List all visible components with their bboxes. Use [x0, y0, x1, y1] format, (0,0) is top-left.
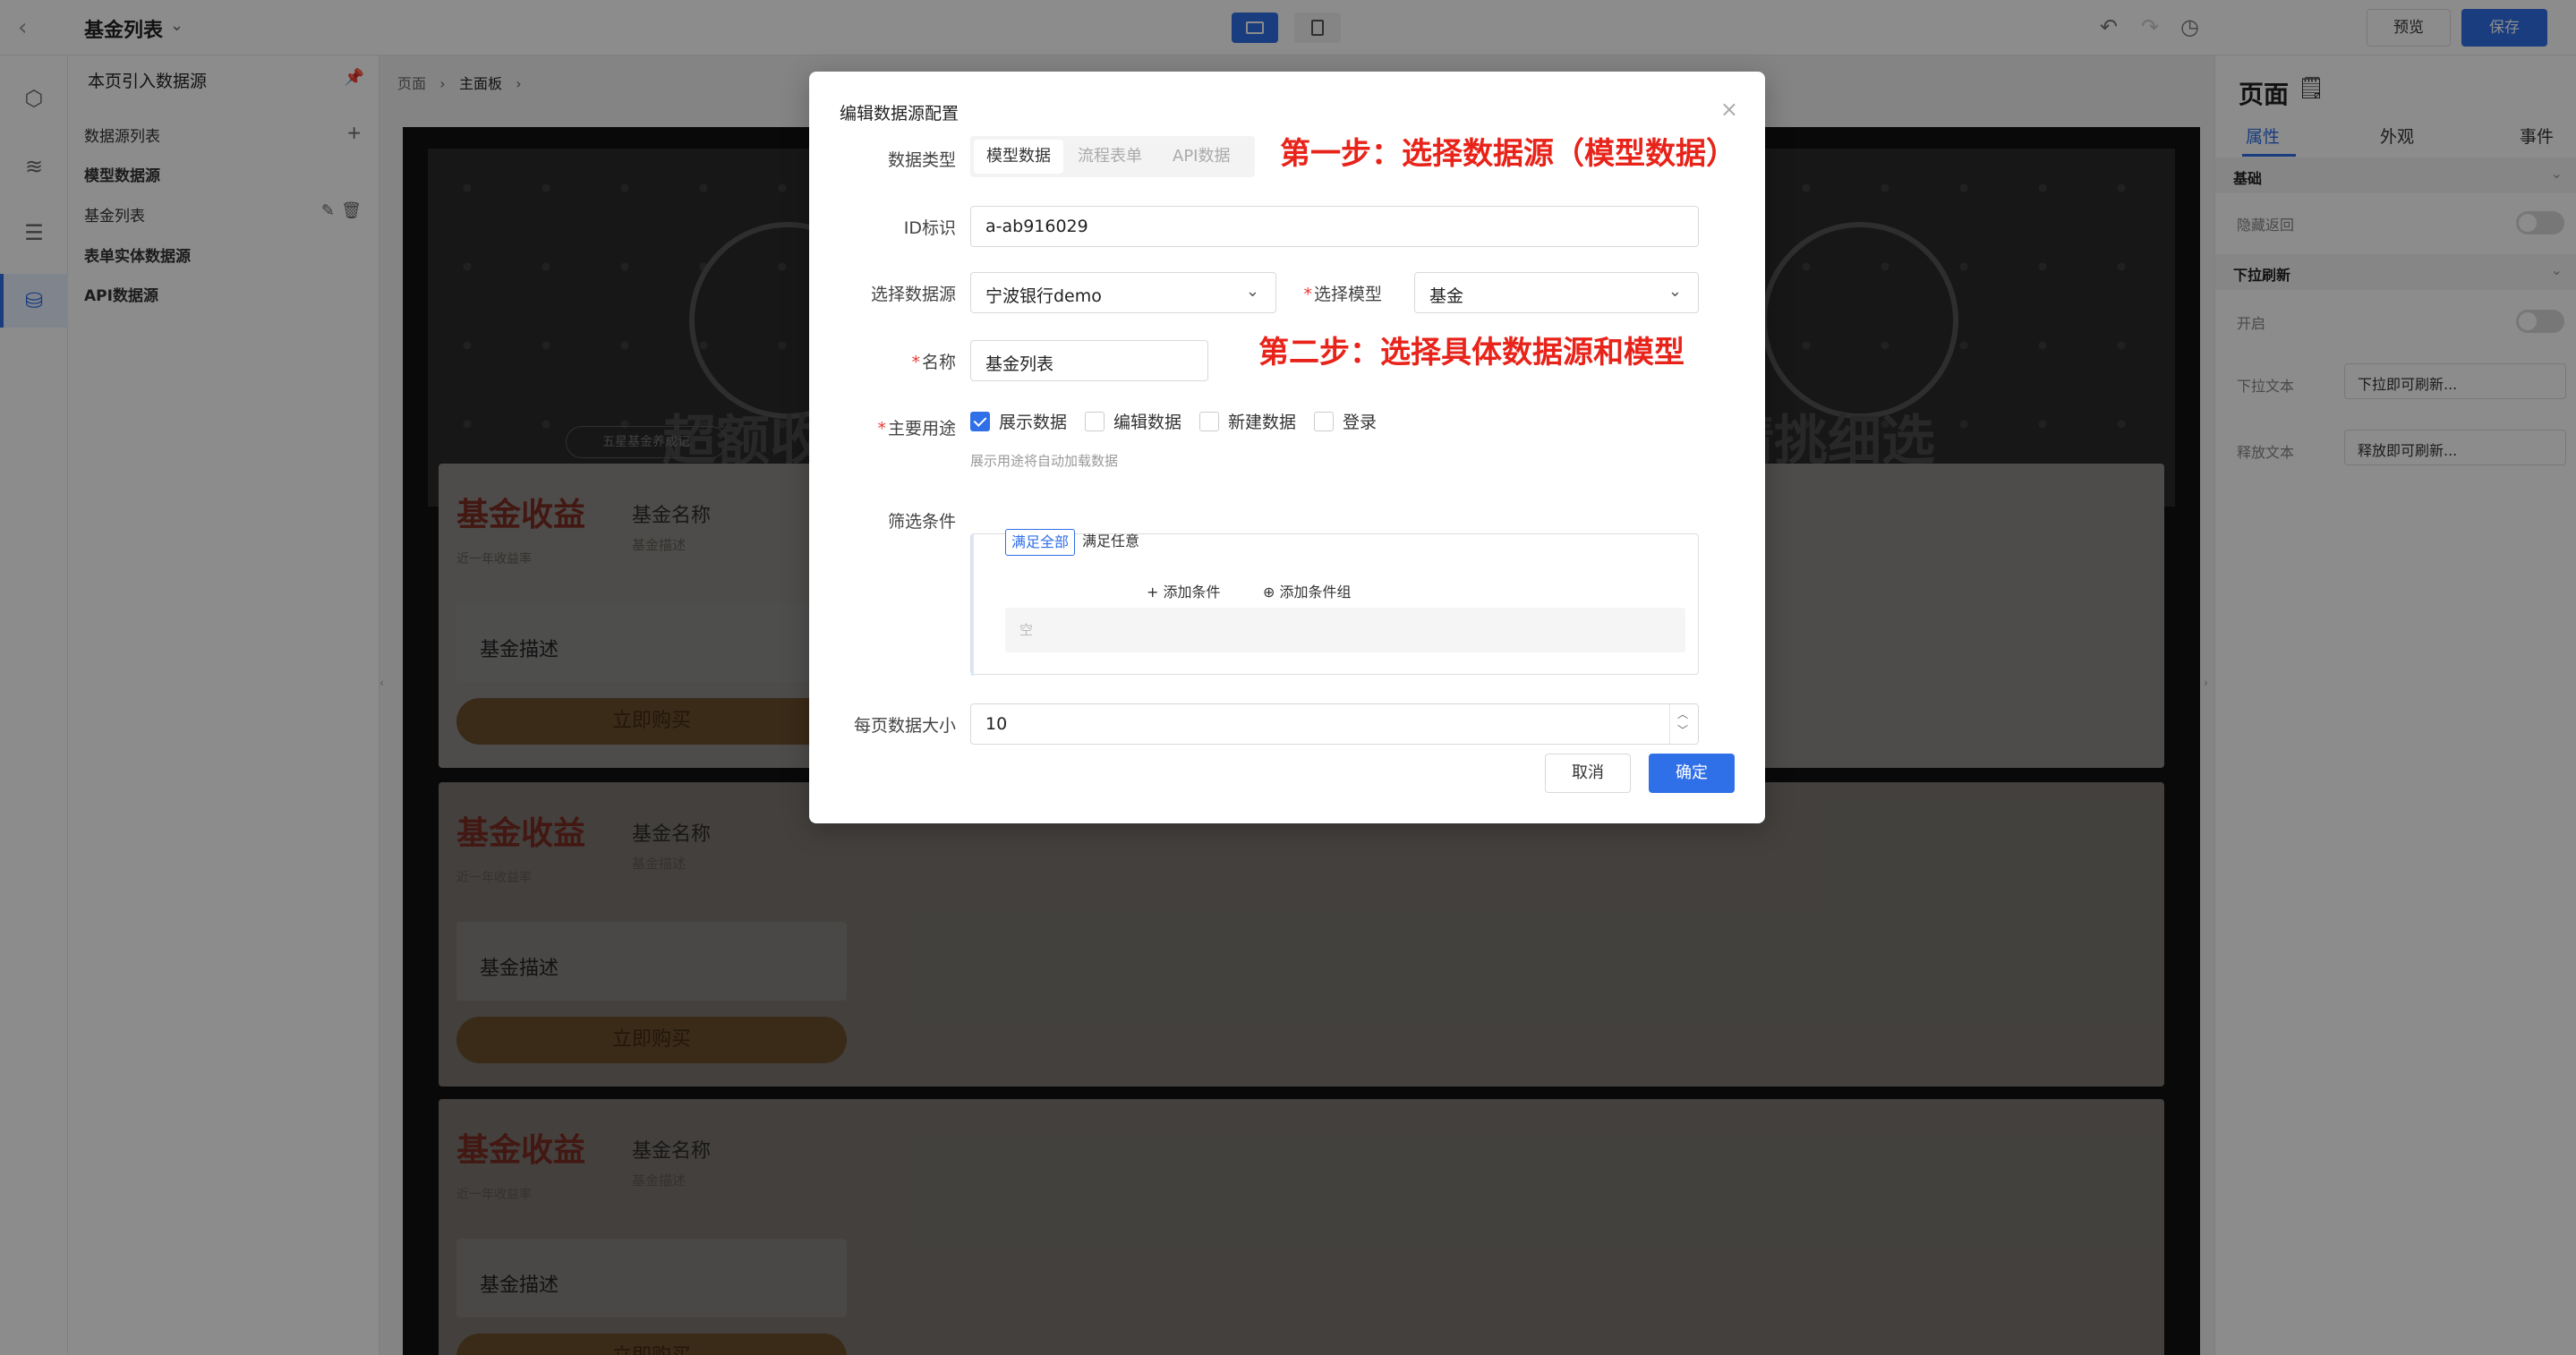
required-mark: * — [877, 419, 886, 439]
model-label-text: 选择模型 — [1313, 285, 1382, 304]
usage-edit-label[interactable]: 编辑数据 — [1113, 409, 1181, 433]
confirm-button[interactable]: 确定 — [1649, 754, 1735, 793]
add-condition-button[interactable]: + 添加条件 — [1141, 579, 1226, 606]
cancel-button[interactable]: 取消 — [1545, 754, 1631, 793]
pagesize-label: 每页数据大小 — [853, 716, 956, 736]
model-label: * 选择模型 — [1235, 281, 1382, 305]
type-option-api[interactable]: API数据 — [1160, 140, 1242, 174]
step2-annotation: 第二步：选择具体数据源和模型 — [1258, 335, 1685, 371]
dialog-title: 编辑数据源配置 — [840, 104, 960, 124]
type-option-flow[interactable]: 流程表单 — [1065, 140, 1155, 174]
model-select[interactable]: 基金 ⌄ — [1414, 272, 1699, 313]
required-mark: * — [1303, 285, 1312, 304]
filter-group-bar — [971, 534, 974, 676]
datasource-select-value: 宁波银行demo — [985, 286, 1102, 306]
usage-label-text: 主要用途 — [887, 419, 956, 439]
pagesize-input[interactable]: 10 ︿ ﹀ — [970, 703, 1699, 745]
id-field[interactable]: a-ab916029 — [970, 206, 1699, 247]
usage-hint: 展示用途将自动加载数据 — [970, 453, 1119, 469]
decrement-icon[interactable]: ﹀ — [1677, 722, 1688, 737]
type-label: 数据类型 — [887, 150, 956, 170]
id-label: ID标识 — [903, 218, 956, 238]
datasource-select[interactable]: 宁波银行demo ⌄ — [970, 272, 1276, 313]
usage-edit-checkbox[interactable] — [1085, 412, 1105, 431]
name-label: * 名称 — [809, 349, 956, 373]
add-condition-group-button[interactable]: ⊕ 添加条件组 — [1258, 579, 1357, 606]
empty-conditions: 空 — [1005, 608, 1685, 652]
step1-annotation: 第一步：选择数据源（模型数据） — [1280, 136, 1736, 172]
pagesize-stepper: ︿ ﹀ — [1669, 704, 1698, 744]
type-option-model[interactable]: 模型数据 — [974, 140, 1063, 174]
name-field[interactable]: 基金列表 — [970, 340, 1208, 381]
usage-display-checkbox[interactable] — [970, 412, 990, 431]
datasource-config-dialog: 编辑数据源配置 × 数据类型 模型数据 流程表单 API数据 第一步：选择数据源… — [809, 72, 1765, 823]
required-mark: * — [911, 353, 920, 372]
usage-login-checkbox[interactable] — [1314, 412, 1334, 431]
chevron-down-icon: ⌄ — [1668, 282, 1682, 301]
match-any-option[interactable]: 满足任意 — [1077, 529, 1145, 556]
match-all-option[interactable]: 满足全部 — [1005, 529, 1076, 556]
usage-create-checkbox[interactable] — [1199, 412, 1219, 431]
pagesize-value: 10 — [985, 714, 1008, 734]
usage-login-label[interactable]: 登录 — [1343, 409, 1377, 433]
filter-label: 筛选条件 — [887, 512, 956, 532]
usage-label: * 主要用途 — [809, 415, 956, 439]
close-icon[interactable]: × — [1720, 97, 1738, 122]
filter-builder: 满足全部 满足任意 + 添加条件 ⊕ 添加条件组 空 — [970, 529, 1699, 676]
increment-icon[interactable]: ︿ — [1677, 706, 1688, 721]
datasource-type-selector: 模型数据 流程表单 API数据 — [970, 136, 1255, 177]
model-select-value: 基金 — [1429, 286, 1464, 306]
usage-create-label[interactable]: 新建数据 — [1228, 409, 1296, 433]
usage-display-label[interactable]: 展示数据 — [999, 409, 1067, 433]
source-label: 选择数据源 — [870, 285, 956, 304]
name-label-text: 名称 — [921, 353, 956, 372]
